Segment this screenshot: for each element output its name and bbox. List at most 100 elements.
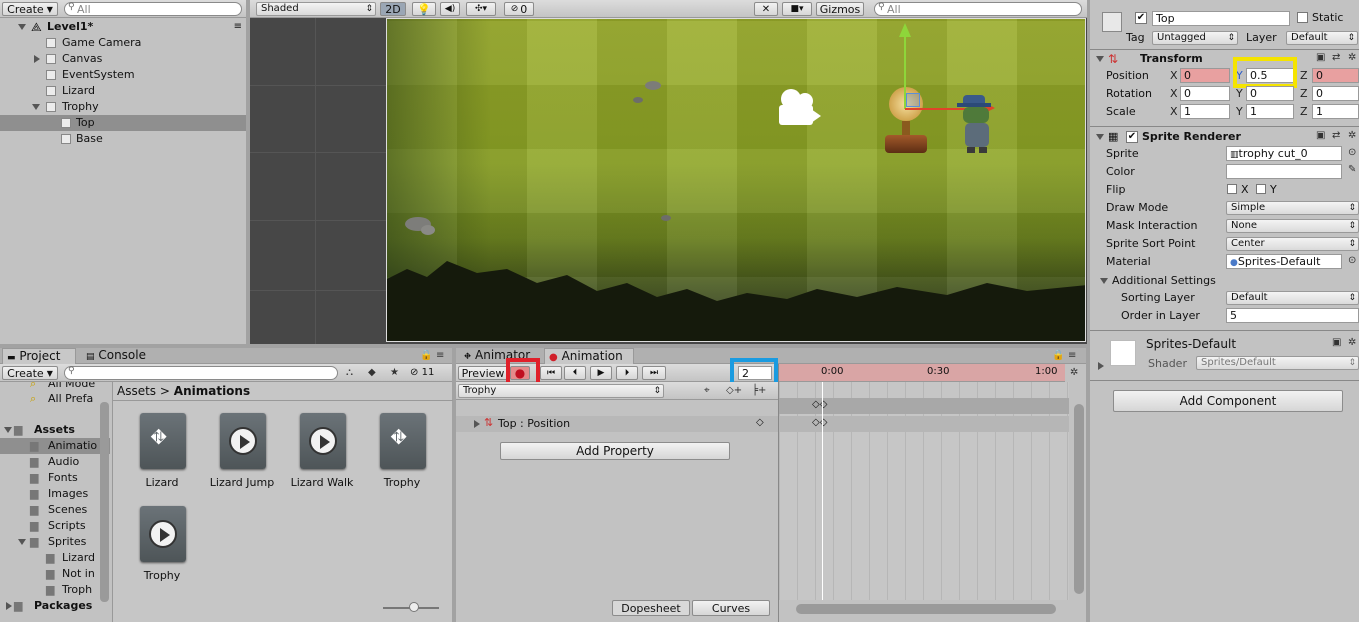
folder-sprites-trophy[interactable]: ▆ Troph bbox=[0, 582, 110, 598]
scale-y-field[interactable]: 1 bbox=[1246, 104, 1294, 119]
folder-audio[interactable]: ▆ Audio bbox=[0, 454, 110, 470]
hidden-packages-toggle[interactable]: ⊘ 11 bbox=[410, 367, 434, 378]
folder-tree-scrollbar[interactable] bbox=[100, 402, 109, 602]
playhead[interactable] bbox=[822, 382, 823, 600]
first-keyframe-button[interactable]: ⏮ bbox=[540, 366, 562, 380]
timeline-ruler[interactable]: 0:00 0:30 1:00 bbox=[779, 364, 1065, 382]
rotation-z-field[interactable]: 0 bbox=[1312, 86, 1359, 101]
move-gizmo-plane-handle[interactable] bbox=[906, 93, 920, 107]
flip-x-checkbox[interactable] bbox=[1227, 184, 1237, 194]
add-keyframe-icon[interactable]: ⌖ bbox=[704, 385, 710, 396]
object-name-field[interactable]: Top bbox=[1152, 11, 1290, 26]
static-checkbox[interactable] bbox=[1297, 12, 1308, 23]
property-row[interactable]: ⇅ Top : Position ◇ bbox=[456, 416, 778, 432]
expand-arrow-icon[interactable] bbox=[6, 602, 12, 610]
gizmos-button[interactable]: Gizmos bbox=[816, 2, 864, 16]
sprite-renderer-enabled-checkbox[interactable]: ✔ bbox=[1126, 131, 1138, 143]
expand-arrow-icon[interactable] bbox=[474, 420, 480, 428]
flip-y-checkbox[interactable] bbox=[1256, 184, 1266, 194]
folder-sprites-not-in[interactable]: ▆ Not in bbox=[0, 566, 110, 582]
folder-fonts[interactable]: ▆ Fonts bbox=[0, 470, 110, 486]
lock-icon[interactable]: 🔒 bbox=[420, 350, 432, 361]
material-field[interactable]: ●Sprites-Default bbox=[1226, 254, 1342, 269]
folder-animations[interactable]: ▆ Animatio bbox=[0, 438, 110, 454]
audio-button[interactable]: ◀) bbox=[440, 2, 460, 16]
shader-dropdown[interactable]: Sprites/Default bbox=[1196, 356, 1359, 370]
hidden-objects-button[interactable]: ⊘ 0 bbox=[504, 2, 534, 16]
hierarchy-item-trophy[interactable]: Trophy bbox=[0, 99, 246, 115]
folder-sprites-lizard[interactable]: ▆ Lizard bbox=[0, 550, 110, 566]
draw-mode-dropdown[interactable]: Simple bbox=[1226, 201, 1359, 215]
camera-gizmo-icon[interactable] bbox=[779, 89, 821, 129]
position-keyframe-icon[interactable]: ◇◇ bbox=[812, 417, 827, 428]
rotation-y-field[interactable]: 0 bbox=[1246, 86, 1294, 101]
asset-trophy-controller[interactable]: ⛖ bbox=[380, 413, 426, 469]
project-search-input[interactable]: ⚲ bbox=[64, 366, 338, 380]
eyedropper-icon[interactable]: ✎ bbox=[1348, 164, 1356, 175]
tab-dopesheet[interactable]: Dopesheet bbox=[612, 600, 690, 616]
tab-project[interactable]: ▬ Project bbox=[2, 348, 76, 364]
timeline-vertical-scrollbar[interactable] bbox=[1074, 404, 1084, 594]
sprite-sort-point-dropdown[interactable]: Center bbox=[1226, 237, 1359, 251]
tab-console[interactable]: ▤ Console bbox=[80, 348, 160, 364]
asset-lizard-controller[interactable]: ⛖ bbox=[140, 413, 186, 469]
sprite-renderer-foldout-icon[interactable] bbox=[1096, 134, 1104, 140]
add-event-icon[interactable]: ╞+ bbox=[752, 385, 766, 396]
lock-icon[interactable]: 🔒 bbox=[1052, 350, 1064, 361]
gear-icon[interactable]: ✲ bbox=[1348, 337, 1356, 348]
expand-arrow-icon[interactable] bbox=[32, 104, 40, 110]
object-picker-icon[interactable]: ⊙ bbox=[1348, 255, 1356, 266]
folder-images[interactable]: ▆ Images bbox=[0, 486, 110, 502]
transform-foldout-icon[interactable] bbox=[1096, 56, 1104, 62]
help-icon[interactable]: ▣ bbox=[1332, 337, 1341, 348]
effects-button[interactable]: ✣▾ bbox=[466, 2, 496, 16]
scale-x-field[interactable]: 1 bbox=[1180, 104, 1230, 119]
tab-curves[interactable]: Curves bbox=[692, 600, 770, 616]
shading-mode-dropdown[interactable]: Shaded bbox=[256, 2, 376, 16]
scene-search-input[interactable]: ⚲ All bbox=[874, 2, 1082, 16]
material-foldout-icon[interactable] bbox=[1098, 362, 1104, 370]
rotation-x-field[interactable]: 0 bbox=[1180, 86, 1230, 101]
hierarchy-item-canvas[interactable]: Canvas bbox=[0, 51, 246, 67]
preset-icon[interactable]: ⇄ bbox=[1332, 52, 1340, 63]
favorite-icon[interactable]: ★ bbox=[390, 367, 399, 378]
additional-settings-foldout-icon[interactable] bbox=[1100, 278, 1108, 284]
clip-dropdown[interactable]: Trophy bbox=[458, 384, 664, 398]
breadcrumb-root[interactable]: Assets bbox=[117, 384, 156, 398]
scene-view[interactable]: Shaded 2D 💡 ◀) ✣▾ ⊘ 0 ✕ ■▾ Gizmos ⚲ All bbox=[250, 0, 1087, 344]
timeline-horizontal-scrollbar[interactable] bbox=[796, 604, 1056, 614]
expand-arrow-icon[interactable] bbox=[34, 55, 40, 63]
gear-icon[interactable]: ✲ bbox=[1348, 52, 1356, 63]
tools-button[interactable]: ✕ bbox=[754, 2, 778, 16]
asset-lizard-jump-clip[interactable] bbox=[220, 413, 266, 469]
panel-menu-icon[interactable]: ≡ bbox=[436, 350, 444, 361]
hierarchy-item-top[interactable]: Top bbox=[0, 115, 246, 131]
add-property-button[interactable]: Add Property bbox=[500, 442, 730, 460]
help-icon[interactable]: ▣ bbox=[1316, 130, 1325, 141]
keyframe-diamond-icon[interactable]: ◇ bbox=[756, 417, 764, 428]
hierarchy-search-input[interactable]: ⚲ All bbox=[64, 2, 242, 16]
scale-z-field[interactable]: 1 bbox=[1312, 104, 1359, 119]
scene-menu-icon[interactable]: ≡ bbox=[234, 19, 242, 35]
help-icon[interactable]: ▣ bbox=[1316, 52, 1325, 63]
summary-keyframe-icon[interactable]: ◇◇ bbox=[812, 399, 827, 410]
preset-icon[interactable]: ⇄ bbox=[1332, 130, 1340, 141]
last-keyframe-button[interactable]: ⏭ bbox=[642, 366, 666, 380]
folder-sprites[interactable]: ▆ Sprites bbox=[0, 534, 110, 550]
camera-button[interactable]: ■▾ bbox=[782, 2, 812, 16]
lizard-sprite[interactable] bbox=[953, 95, 1003, 153]
move-gizmo-y-arrow-icon[interactable] bbox=[899, 23, 911, 37]
asset-trophy-clip[interactable] bbox=[140, 506, 186, 562]
hierarchy-item-game-camera[interactable]: Game Camera bbox=[0, 35, 246, 51]
icon-size-slider-thumb[interactable] bbox=[409, 602, 419, 612]
asset-lizard-walk-clip[interactable] bbox=[300, 413, 346, 469]
filter-label-icon[interactable]: ◆ bbox=[368, 367, 376, 378]
breadcrumb-current[interactable]: Animations bbox=[174, 384, 250, 398]
position-z-field[interactable]: 0 bbox=[1312, 68, 1359, 83]
play-button[interactable]: ▶ bbox=[590, 366, 612, 380]
project-create-button[interactable]: Create ▼ bbox=[2, 366, 58, 380]
filter-type-icon[interactable]: ⛬ bbox=[346, 367, 353, 378]
gear-icon[interactable]: ✲ bbox=[1070, 367, 1078, 378]
panel-menu-icon[interactable]: ≡ bbox=[1068, 350, 1076, 361]
preview-button[interactable]: Preview bbox=[458, 366, 508, 380]
